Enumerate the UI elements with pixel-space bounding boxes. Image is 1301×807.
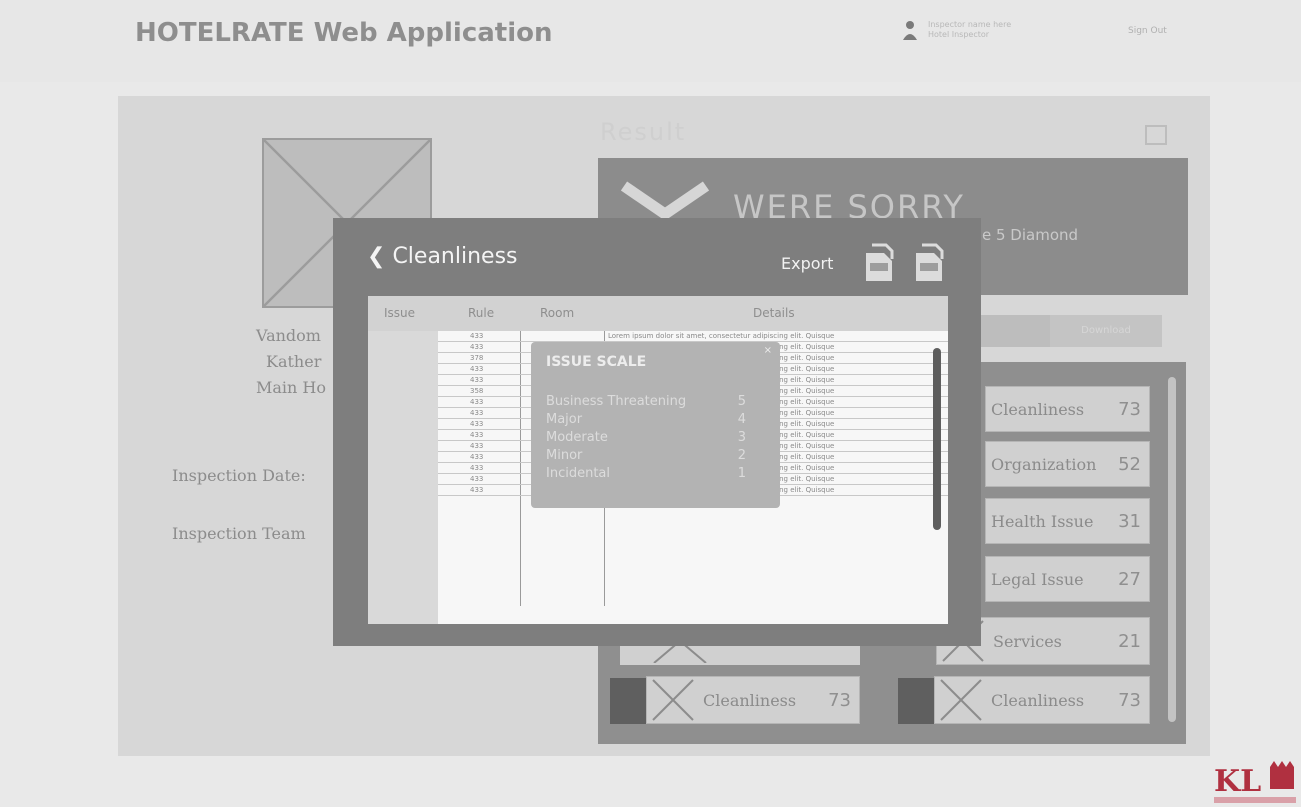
close-icon[interactable]: × xyxy=(764,345,772,356)
category-value: 73 xyxy=(1118,689,1141,711)
inspection-team-label: Inspection Team xyxy=(172,524,306,543)
inspection-date-label: Inspection Date: xyxy=(172,466,306,485)
external-link-icon[interactable] xyxy=(1145,125,1167,145)
category-value: 73 xyxy=(828,689,851,711)
category-name: Health Issue xyxy=(991,511,1094,531)
category-name: Legal Issue xyxy=(991,569,1084,589)
issue-scale-item: Business Threatening 5 xyxy=(546,394,746,409)
category-card[interactable]: Cleanliness 73 xyxy=(934,676,1150,724)
column-header-details: Details xyxy=(753,306,795,320)
column-header-room: Room xyxy=(540,306,575,320)
download-button[interactable]: Download xyxy=(1050,315,1162,347)
status-indicator xyxy=(898,678,934,724)
column-header-rule: Rule xyxy=(468,306,495,320)
category-value: 73 xyxy=(1118,398,1141,420)
export-document-icon[interactable] xyxy=(862,243,896,283)
table-row[interactable]: 433Lorem ipsum dolor sit amet, consectet… xyxy=(438,331,948,342)
export-label: Export xyxy=(781,254,834,273)
issue-scale-item: Minor 2 xyxy=(546,448,746,463)
category-value: 21 xyxy=(1118,630,1141,652)
banner-subtitle: e 5 Diamond xyxy=(982,226,1079,244)
user-name: Inspector name here xyxy=(928,20,1012,29)
property-manager: Kather xyxy=(266,352,322,371)
placeholder-image-icon xyxy=(940,679,982,721)
category-card[interactable]: Legal Issue 27 xyxy=(985,556,1150,602)
table-header xyxy=(368,296,948,331)
result-title: Result xyxy=(600,118,687,146)
category-value: 31 xyxy=(1118,510,1141,532)
issue-scale-item: Incidental 1 xyxy=(546,466,746,481)
category-name: Cleanliness xyxy=(991,690,1085,710)
issue-scale-popup: ISSUE SCALE × Business Threatening 5 Majo… xyxy=(531,342,780,508)
issue-scale-item: Major 4 xyxy=(546,412,746,427)
user-role: Hotel Inspector xyxy=(928,30,990,39)
property-location: Main Ho xyxy=(256,378,327,397)
category-card[interactable]: Cleanliness 73 xyxy=(646,676,860,724)
user-info[interactable]: Inspector name here Hotel Inspector xyxy=(902,20,1011,42)
placeholder-image-icon xyxy=(652,679,694,721)
category-name: Cleanliness xyxy=(703,690,797,710)
svg-text:KL: KL xyxy=(1214,764,1261,799)
export-print-icon[interactable] xyxy=(912,243,946,283)
issue-scale-title: ISSUE SCALE xyxy=(546,354,647,370)
table-scrollbar[interactable] xyxy=(933,348,941,530)
issue-column xyxy=(368,296,438,624)
category-name: Cleanliness xyxy=(991,399,1085,419)
category-name: Organization xyxy=(991,454,1097,474)
modal-title: Cleanliness xyxy=(392,244,518,269)
category-card[interactable]: Health Issue 31 xyxy=(985,498,1150,544)
sign-out-link[interactable]: Sign Out xyxy=(1128,26,1167,36)
user-icon xyxy=(903,21,917,40)
chevron-left-icon: ❮ xyxy=(367,244,393,269)
category-name: Services xyxy=(993,631,1062,651)
category-card[interactable]: Organization 52 xyxy=(985,441,1150,487)
app-title: HOTELRATE Web Application xyxy=(135,18,553,48)
back-button[interactable]: ❮ Cleanliness xyxy=(367,244,518,269)
category-value: 52 xyxy=(1118,453,1141,475)
chevron-down-icon xyxy=(620,181,710,220)
column-header-issue: Issue xyxy=(384,306,416,320)
status-indicator xyxy=(610,678,646,724)
category-card[interactable]: Cleanliness 73 xyxy=(985,386,1150,432)
category-value: 27 xyxy=(1118,568,1141,590)
issue-scale-item: Moderate 3 xyxy=(546,430,746,445)
category-scrollbar[interactable] xyxy=(1168,377,1176,722)
property-name: Vandom xyxy=(256,326,321,345)
watermark-logo: KL xyxy=(1214,761,1296,803)
filter-strip xyxy=(980,315,1052,347)
